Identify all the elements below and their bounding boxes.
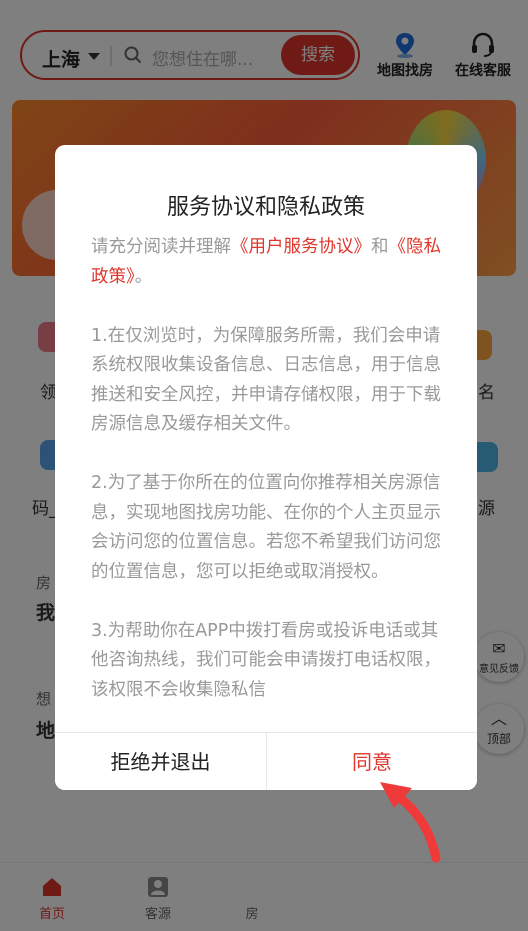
intro-text: 请充分阅读并理解 (91, 237, 231, 257)
reject-and-exit-button[interactable]: 拒绝并退出 (55, 733, 266, 790)
dialog-content[interactable]: 请充分阅读并理解《用户服务协议》和《隐私政策》。 1.在仅浏览时，为保障服务所需… (91, 233, 447, 790)
intro-and-text: 和 (371, 237, 389, 257)
policy-paragraph-1: 1.在仅浏览时，为保障服务所需，我们会申请系统权限收集设备信息、日志信息，用于信… (91, 325, 441, 435)
intro-paragraph: 请充分阅读并理解《用户服务协议》和《隐私政策》。 (91, 233, 447, 292)
policy-paragraph-2: 2.为了基于你所在的位置向你推荐相关房源信息，实现地图找房功能、在你的个人主页显… (91, 473, 441, 582)
privacy-dialog: 服务协议和隐私政策 请充分阅读并理解《用户服务协议》和《隐私政策》。 1.在仅浏… (55, 145, 477, 790)
user-agreement-link[interactable]: 《用户服务协议》 (231, 237, 371, 257)
dialog-title: 服务协议和隐私政策 (166, 195, 365, 220)
intro-end-text: 。 (134, 266, 153, 287)
dialog-footer: 拒绝并退出 同意 (55, 732, 477, 790)
policy-paragraph-3: 3.为帮助你在APP中拨打看房或投诉电话或其他咨询热线，我们可能会申请拨打电话权… (91, 620, 441, 700)
agree-button[interactable]: 同意 (266, 733, 477, 790)
